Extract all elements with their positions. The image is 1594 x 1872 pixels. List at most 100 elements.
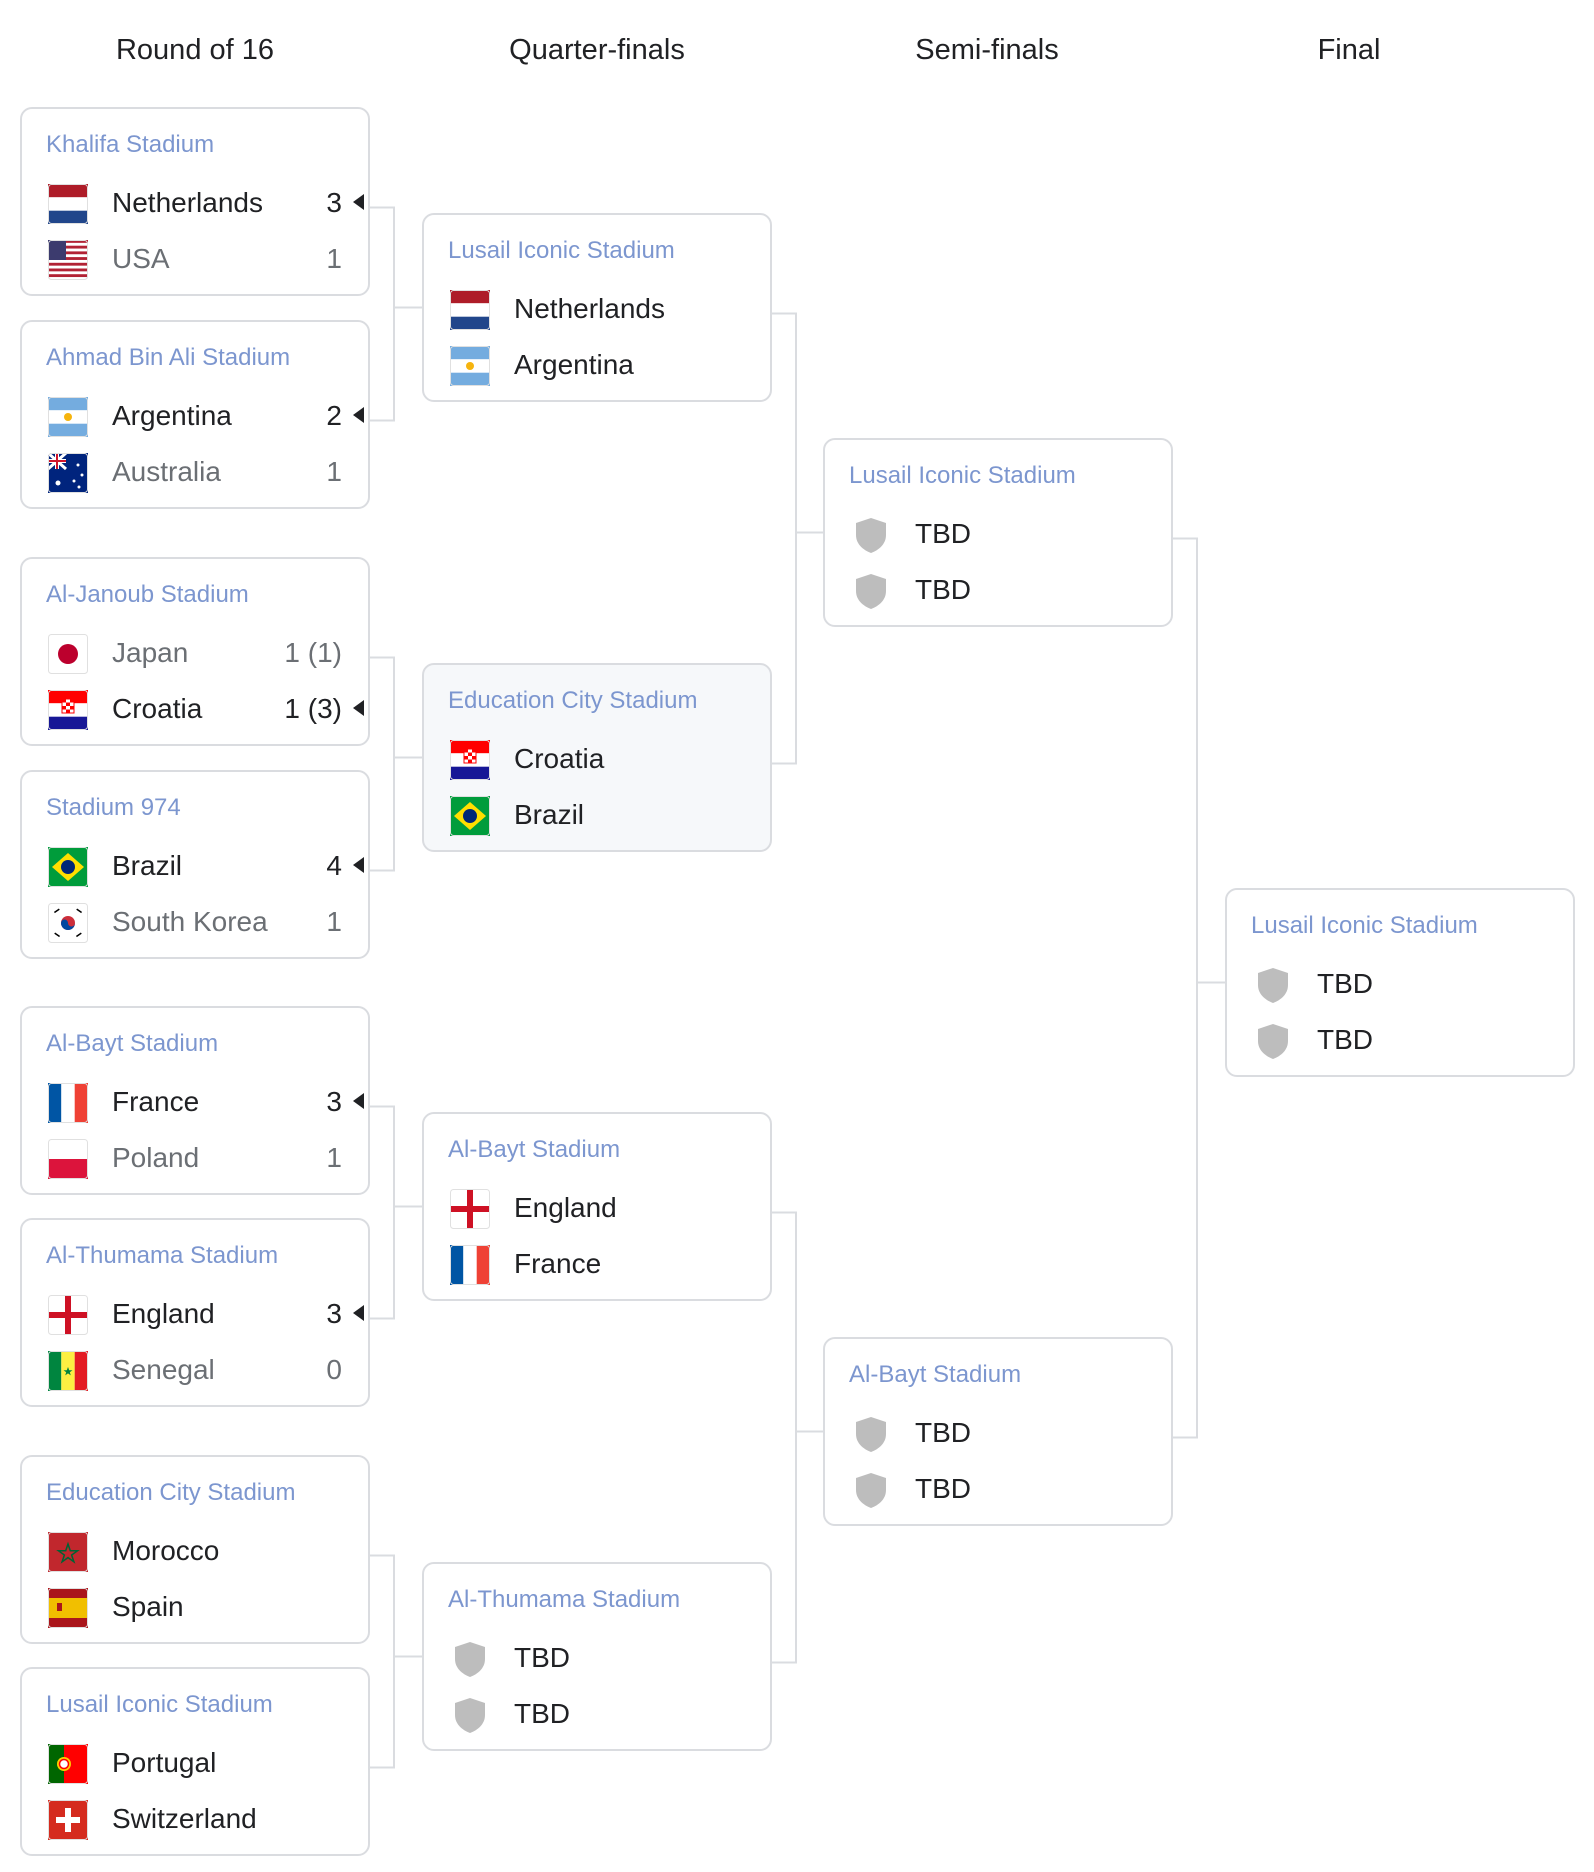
team-name: Australia: [112, 456, 221, 487]
winner-arrow-icon: [353, 407, 364, 423]
shield-icon: [1253, 1021, 1293, 1061]
match-card-qf-3[interactable]: Al-Bayt Stadium England France: [422, 1112, 772, 1301]
team-score: 0: [326, 1354, 342, 1385]
match-card-qf-2[interactable]: Education City Stadium Croatia Brazil: [422, 663, 772, 852]
venue-name: Khalifa Stadium: [46, 131, 215, 158]
team-row[interactable]: Croatia 1 (3): [48, 681, 368, 737]
team-row[interactable]: TBD: [450, 1630, 770, 1686]
team-row[interactable]: TBD: [1253, 1012, 1573, 1068]
venue-name: Stadium 974: [46, 794, 181, 821]
team-row[interactable]: TBD: [851, 562, 1171, 618]
team-name: Switzerland: [112, 1803, 257, 1834]
team-name: Senegal: [112, 1354, 215, 1385]
brazil-flag-icon: [450, 796, 490, 836]
team-row[interactable]: England 3: [48, 1286, 368, 1342]
team-name: France: [112, 1086, 200, 1117]
shield-icon: [450, 1695, 490, 1735]
senegal-flag-icon: [48, 1351, 88, 1391]
team-row[interactable]: Senegal 0: [48, 1342, 368, 1398]
brazil-flag-icon: [48, 847, 88, 887]
team-row[interactable]: USA 1: [48, 231, 368, 287]
portugal-flag-icon: [48, 1744, 88, 1784]
bracket-connector: [370, 1105, 395, 1320]
team-score: 3: [326, 187, 342, 218]
team-score: 1 (3): [284, 693, 342, 724]
team-name: TBD: [915, 1417, 971, 1448]
venue-name: Education City Stadium: [448, 687, 698, 714]
match-card-r16-5[interactable]: Al-Bayt Stadium France 3 Poland 1: [20, 1006, 370, 1195]
team-row[interactable]: TBD: [450, 1686, 770, 1742]
netherlands-flag-icon: [450, 290, 490, 330]
team-row[interactable]: Japan 1 (1): [48, 625, 368, 681]
team-name: Netherlands: [514, 293, 665, 324]
poland-flag-icon: [48, 1139, 88, 1179]
match-card-r16-1[interactable]: Khalifa Stadium Netherlands 3 USA 1: [20, 107, 370, 296]
shield-icon: [1253, 965, 1293, 1005]
team-row[interactable]: France 3: [48, 1074, 368, 1130]
match-card-r16-3[interactable]: Al-Janoub Stadium Japan 1 (1) Croatia 1 (3): [20, 557, 370, 746]
japan-flag-icon: [48, 634, 88, 674]
venue-name: Al-Bayt Stadium: [849, 1361, 1022, 1388]
match-card-qf-1[interactable]: Lusail Iconic Stadium Netherlands Argentin…: [422, 213, 772, 402]
south-korea-flag-icon: [48, 903, 88, 943]
winner-arrow-icon: [353, 1305, 364, 1321]
venue-name: Lusail Iconic Stadium: [46, 1691, 273, 1718]
switzerland-flag-icon: [48, 1800, 88, 1840]
match-card-sf-1[interactable]: Lusail Iconic Stadium TBD TBD: [823, 438, 1173, 627]
bracket-connector: [370, 206, 395, 422]
team-row[interactable]: Spain: [48, 1579, 368, 1635]
winner-arrow-icon: [353, 700, 364, 716]
croatia-flag-icon: [48, 690, 88, 730]
team-name: South Korea: [112, 906, 268, 937]
team-row[interactable]: Switzerland: [48, 1791, 368, 1847]
team-row[interactable]: TBD: [851, 506, 1171, 562]
venue-name: Al-Janoub Stadium: [46, 581, 249, 608]
venue-name: Al-Bayt Stadium: [448, 1136, 621, 1163]
shield-icon: [851, 515, 891, 555]
venue-name: Education City Stadium: [46, 1479, 296, 1506]
team-name: USA: [112, 243, 170, 274]
team-row[interactable]: South Korea 1: [48, 894, 368, 950]
team-score: 1: [326, 1142, 342, 1173]
team-row[interactable]: Argentina: [450, 337, 770, 393]
match-card-r16-7[interactable]: Education City Stadium Morocco Spain: [20, 1455, 370, 1644]
team-name: England: [112, 1298, 215, 1329]
team-row[interactable]: Brazil: [450, 787, 770, 843]
match-card-r16-4[interactable]: Stadium 974 Brazil 4 South Korea 1: [20, 770, 370, 959]
venue-name: Lusail Iconic Stadium: [849, 462, 1076, 489]
croatia-flag-icon: [450, 740, 490, 780]
team-row[interactable]: TBD: [851, 1461, 1171, 1517]
team-row[interactable]: Brazil 4: [48, 838, 368, 894]
team-row[interactable]: Argentina 2: [48, 388, 368, 444]
team-row[interactable]: Netherlands 3: [48, 175, 368, 231]
spain-flag-icon: [48, 1588, 88, 1628]
team-row[interactable]: England: [450, 1180, 770, 1236]
team-row[interactable]: France: [450, 1236, 770, 1292]
team-row[interactable]: Morocco: [48, 1523, 368, 1579]
venue-name: Al-Thumama Stadium: [46, 1242, 279, 1269]
team-score: 2: [326, 400, 342, 431]
team-name: Argentina: [514, 349, 634, 380]
england-flag-icon: [450, 1189, 490, 1229]
match-card-qf-4[interactable]: Al-Thumama Stadium TBD TBD: [422, 1562, 772, 1751]
france-flag-icon: [48, 1083, 88, 1123]
team-row[interactable]: Portugal: [48, 1735, 368, 1791]
winner-arrow-icon: [353, 857, 364, 873]
team-row[interactable]: Croatia: [450, 731, 770, 787]
match-card-sf-2[interactable]: Al-Bayt Stadium TBD TBD: [823, 1337, 1173, 1526]
team-name: Morocco: [112, 1535, 220, 1566]
team-name: TBD: [514, 1698, 570, 1729]
match-card-r16-2[interactable]: Ahmad Bin Ali Stadium Argentina 2 Australia…: [20, 320, 370, 509]
team-row[interactable]: TBD: [1253, 956, 1573, 1012]
team-name: Croatia: [514, 743, 605, 774]
bracket-connector: [772, 1211, 797, 1664]
match-card-r16-8[interactable]: Lusail Iconic Stadium Portugal Switzerland: [20, 1667, 370, 1856]
team-row[interactable]: TBD: [851, 1405, 1171, 1461]
team-row[interactable]: Poland 1: [48, 1130, 368, 1186]
shield-icon: [851, 1414, 891, 1454]
england-flag-icon: [48, 1295, 88, 1335]
match-card-r16-6[interactable]: Al-Thumama Stadium England 3 Senegal 0: [20, 1218, 370, 1407]
match-card-final-1[interactable]: Lusail Iconic Stadium TBD TBD: [1225, 888, 1575, 1077]
team-row[interactable]: Netherlands: [450, 281, 770, 337]
team-row[interactable]: Australia 1: [48, 444, 368, 500]
